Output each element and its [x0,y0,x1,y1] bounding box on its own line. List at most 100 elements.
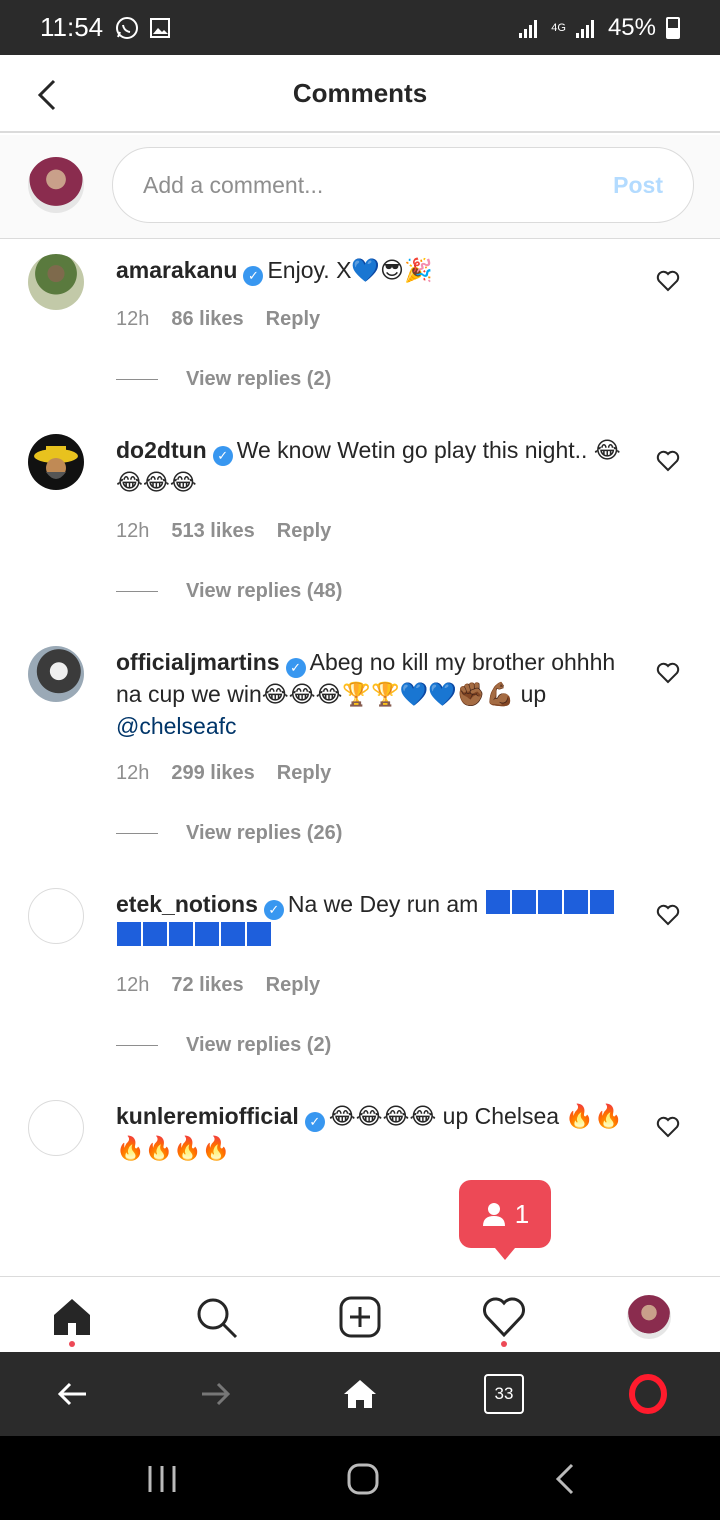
replies-divider [116,379,158,380]
activity-notification-dot [501,1341,507,1347]
view-replies-label: View replies (26) [186,822,343,844]
view-replies-label: View replies (2) [186,368,332,390]
system-back-icon[interactable] [552,1462,578,1496]
comment-meta: 12h 72 likes Reply [116,974,320,997]
comment-username[interactable]: etek_notions [116,891,258,917]
comment-meta: 12h 299 likes Reply [116,762,331,785]
home-icon[interactable] [50,1295,94,1339]
browser-forward-icon[interactable] [196,1374,236,1414]
comment-username[interactable]: officialjmartins [116,649,280,675]
avatar[interactable] [28,434,84,490]
opera-icon[interactable] [628,1374,668,1414]
comment-meta: 12h 86 likes Reply [116,308,320,331]
view-replies-button[interactable]: View replies (26) [116,822,342,845]
battery-percent: 45% [607,13,656,41]
avatar[interactable] [28,646,84,702]
comment-body: kunleremiofficial ✓ 😂😂😂😂 up Chelsea 🔥🔥🔥🔥🔥🔥 [116,1100,626,1164]
comment-likes[interactable]: 299 likes [171,762,254,785]
activity-notification-badge[interactable]: 1 [459,1180,551,1260]
status-bar: 11:54 4G 45% [0,0,720,55]
comment-input[interactable] [143,171,614,199]
comment: etek_notions ✓ Na we Dey run am 12h 72 lik… [0,888,720,1068]
comment-username[interactable]: amarakanu [116,257,237,283]
comment: amarakanu ✓ Enjoy. X💙😎🎉 12h 86 likes Reply… [0,254,720,404]
comment-body: amarakanu ✓ Enjoy. X💙😎🎉 [116,254,626,286]
heart-outline-icon[interactable] [656,270,680,292]
verified-badge-icon: ✓ [212,446,233,466]
comment-mention[interactable]: @chelseafc [116,713,237,739]
replies-divider [116,591,158,592]
view-replies-label: View replies (48) [186,580,343,602]
comment-text: Enjoy. X💙😎🎉 [267,257,433,283]
recent-apps-icon[interactable] [146,1464,178,1494]
battery-icon [666,16,680,39]
back-arrow-icon[interactable] [30,77,66,113]
view-replies-button[interactable]: View replies (2) [116,1034,331,1057]
comment-text: Na we Dey run am [287,891,479,917]
heart-outline-icon[interactable] [656,1116,680,1138]
comments-header: Comments [0,55,720,133]
network-type: 4G [551,21,566,34]
reply-button[interactable]: Reply [277,762,331,785]
comment-likes[interactable]: 72 likes [171,974,243,997]
avatar [28,157,84,213]
new-post-icon[interactable] [338,1295,382,1339]
home-button-icon[interactable] [346,1462,380,1496]
post-button[interactable]: Post [613,172,663,199]
comment-body: etek_notions ✓ Na we Dey run am [116,888,626,952]
replies-divider [116,1045,158,1046]
heart-outline-icon[interactable] [656,904,680,926]
person-icon [482,1203,505,1226]
system-nav-bar [0,1436,720,1520]
comment-meta: 12h 513 likes Reply [116,520,331,543]
status-time: 11:54 [40,12,104,42]
comment-username[interactable]: kunleremiofficial [116,1103,299,1129]
reply-button[interactable]: Reply [266,974,320,997]
browser-home-icon[interactable] [340,1374,380,1414]
browser-back-icon[interactable] [52,1374,92,1414]
replies-divider [116,833,158,834]
view-replies-label: View replies (2) [186,1034,332,1056]
comment-username[interactable]: do2dtun [116,437,207,463]
gallery-icon [150,17,171,38]
avatar[interactable] [28,254,84,310]
heart-outline-icon[interactable] [656,450,680,472]
comment-composer: Post [0,135,720,239]
comment-body: officialjmartins ✓ Abeg no kill my brother… [116,646,626,742]
activity-count: 1 [514,1198,530,1229]
signal-icon [519,18,541,38]
comment-time: 12h [116,974,150,996]
browser-toolbar: 33 [0,1352,720,1436]
tabs-button[interactable]: 33 [484,1374,524,1414]
comment-body: do2dtun ✓ We know Wetin go play this night… [116,434,626,498]
verified-badge-icon: ✓ [243,266,264,286]
comment: do2dtun ✓ We know Wetin go play this night… [0,434,720,614]
avatar[interactable] [28,888,84,944]
verified-badge-icon: ✓ [304,1112,325,1132]
signal-icon-2 [575,18,598,38]
verified-badge-icon: ✓ [285,658,306,678]
home-notification-dot [69,1341,75,1347]
view-replies-button[interactable]: View replies (2) [116,368,331,391]
avatar-illustration [34,446,78,479]
profile-avatar[interactable] [627,1295,671,1339]
comment-field[interactable]: Post [112,147,694,223]
heart-outline-icon[interactable] [656,662,680,684]
bottom-tab-bar [0,1276,720,1352]
avatar[interactable] [28,1100,84,1156]
activity-heart-icon[interactable] [482,1295,526,1339]
whatsapp-icon [116,16,139,39]
comment-time: 12h [116,308,150,330]
view-replies-button[interactable]: View replies (48) [116,580,342,603]
page-title: Comments [292,77,428,108]
reply-button[interactable]: Reply [277,520,331,543]
comment-time: 12h [116,762,150,784]
search-icon[interactable] [194,1295,238,1339]
comment: officialjmartins ✓ Abeg no kill my brother… [0,646,720,856]
comment-likes[interactable]: 86 likes [171,308,243,331]
reply-button[interactable]: Reply [266,308,320,331]
tab-count: 33 [494,1384,514,1403]
comment: kunleremiofficial ✓ 😂😂😂😂 up Chelsea 🔥🔥🔥🔥🔥🔥 [0,1100,720,1180]
verified-badge-icon: ✓ [263,900,284,920]
comment-likes[interactable]: 513 likes [171,520,254,543]
